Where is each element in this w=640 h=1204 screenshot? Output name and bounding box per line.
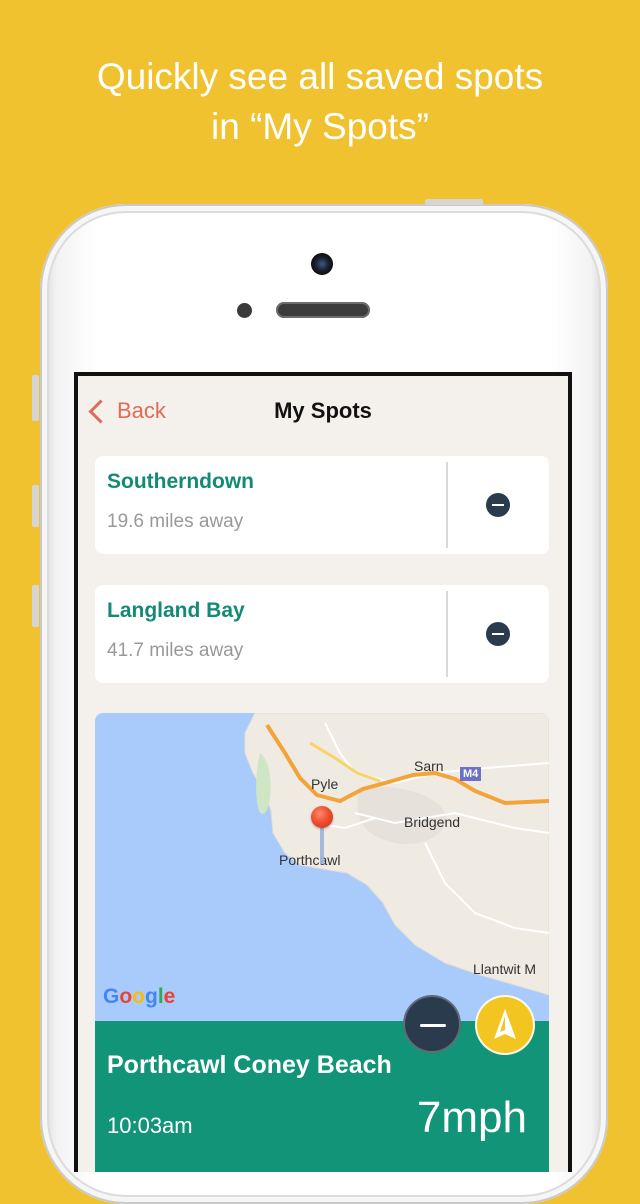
page-title: My Spots — [274, 398, 372, 423]
current-spot-time: 10:03am — [107, 1113, 193, 1138]
proximity-sensor — [237, 303, 252, 318]
google-logo-letter: o — [132, 985, 145, 1008]
spot-distance: 41.7 miles away — [107, 640, 244, 661]
promo-headline: Quickly see all saved spots in “My Spots… — [0, 52, 640, 152]
google-logo-letter: g — [145, 985, 158, 1008]
phone-volume-up — [32, 485, 39, 527]
earpiece-speaker — [276, 302, 370, 318]
spot-distance: 19.6 miles away — [107, 511, 244, 532]
phone-mute-switch — [32, 375, 39, 421]
my-spots-screen: Back My Spots Southerndown 19.6 miles aw… — [78, 376, 568, 1172]
google-logo-letter: G — [103, 985, 120, 1008]
map-label-pyle: Pyle — [311, 776, 339, 792]
map-label-m4: M4 — [460, 767, 482, 781]
navigation-bar: Back My Spots — [78, 376, 568, 444]
map-pin-icon[interactable] — [311, 806, 333, 828]
map-label-llantwit: Llantwit M — [473, 961, 537, 977]
spot-card-southerndown[interactable]: Southerndown 19.6 miles away — [95, 456, 549, 554]
map-label-sarn: Sarn — [414, 758, 444, 774]
pin-stick — [320, 826, 324, 864]
phone-volume-down — [32, 585, 39, 627]
navigation-arrow-icon — [494, 1009, 516, 1039]
map-label-bridgend: Bridgend — [404, 814, 461, 830]
phone-power-button — [425, 199, 483, 205]
google-logo: Google — [103, 985, 175, 1009]
google-logo-letter: o — [119, 985, 133, 1008]
phone-screen: Back My Spots Southerndown 19.6 miles aw… — [74, 372, 572, 1172]
navigate-button[interactable] — [475, 995, 535, 1055]
headline-line-2: in “My Spots” — [211, 106, 429, 147]
current-spot-name: Porthcawl Coney Beach — [107, 1051, 392, 1079]
spot-name: Langland Bay — [107, 599, 245, 622]
spot-map-card: Pyle Sarn M4 Bridgend Porthcawl Llantwit… — [95, 713, 549, 1172]
map-label-porthcawl: Porthcawl — [279, 852, 341, 868]
remove-spot-button[interactable] — [486, 493, 510, 517]
google-logo-letter: e — [163, 985, 176, 1008]
remove-current-spot-button[interactable] — [403, 995, 461, 1053]
divider — [446, 462, 448, 548]
remove-spot-button[interactable] — [486, 622, 510, 646]
divider — [446, 591, 448, 677]
spot-card-langland-bay[interactable]: Langland Bay 41.7 miles away — [95, 585, 549, 683]
spot-name: Southerndown — [107, 470, 254, 493]
headline-line-1: Quickly see all saved spots — [96, 56, 544, 97]
front-camera — [311, 253, 333, 275]
